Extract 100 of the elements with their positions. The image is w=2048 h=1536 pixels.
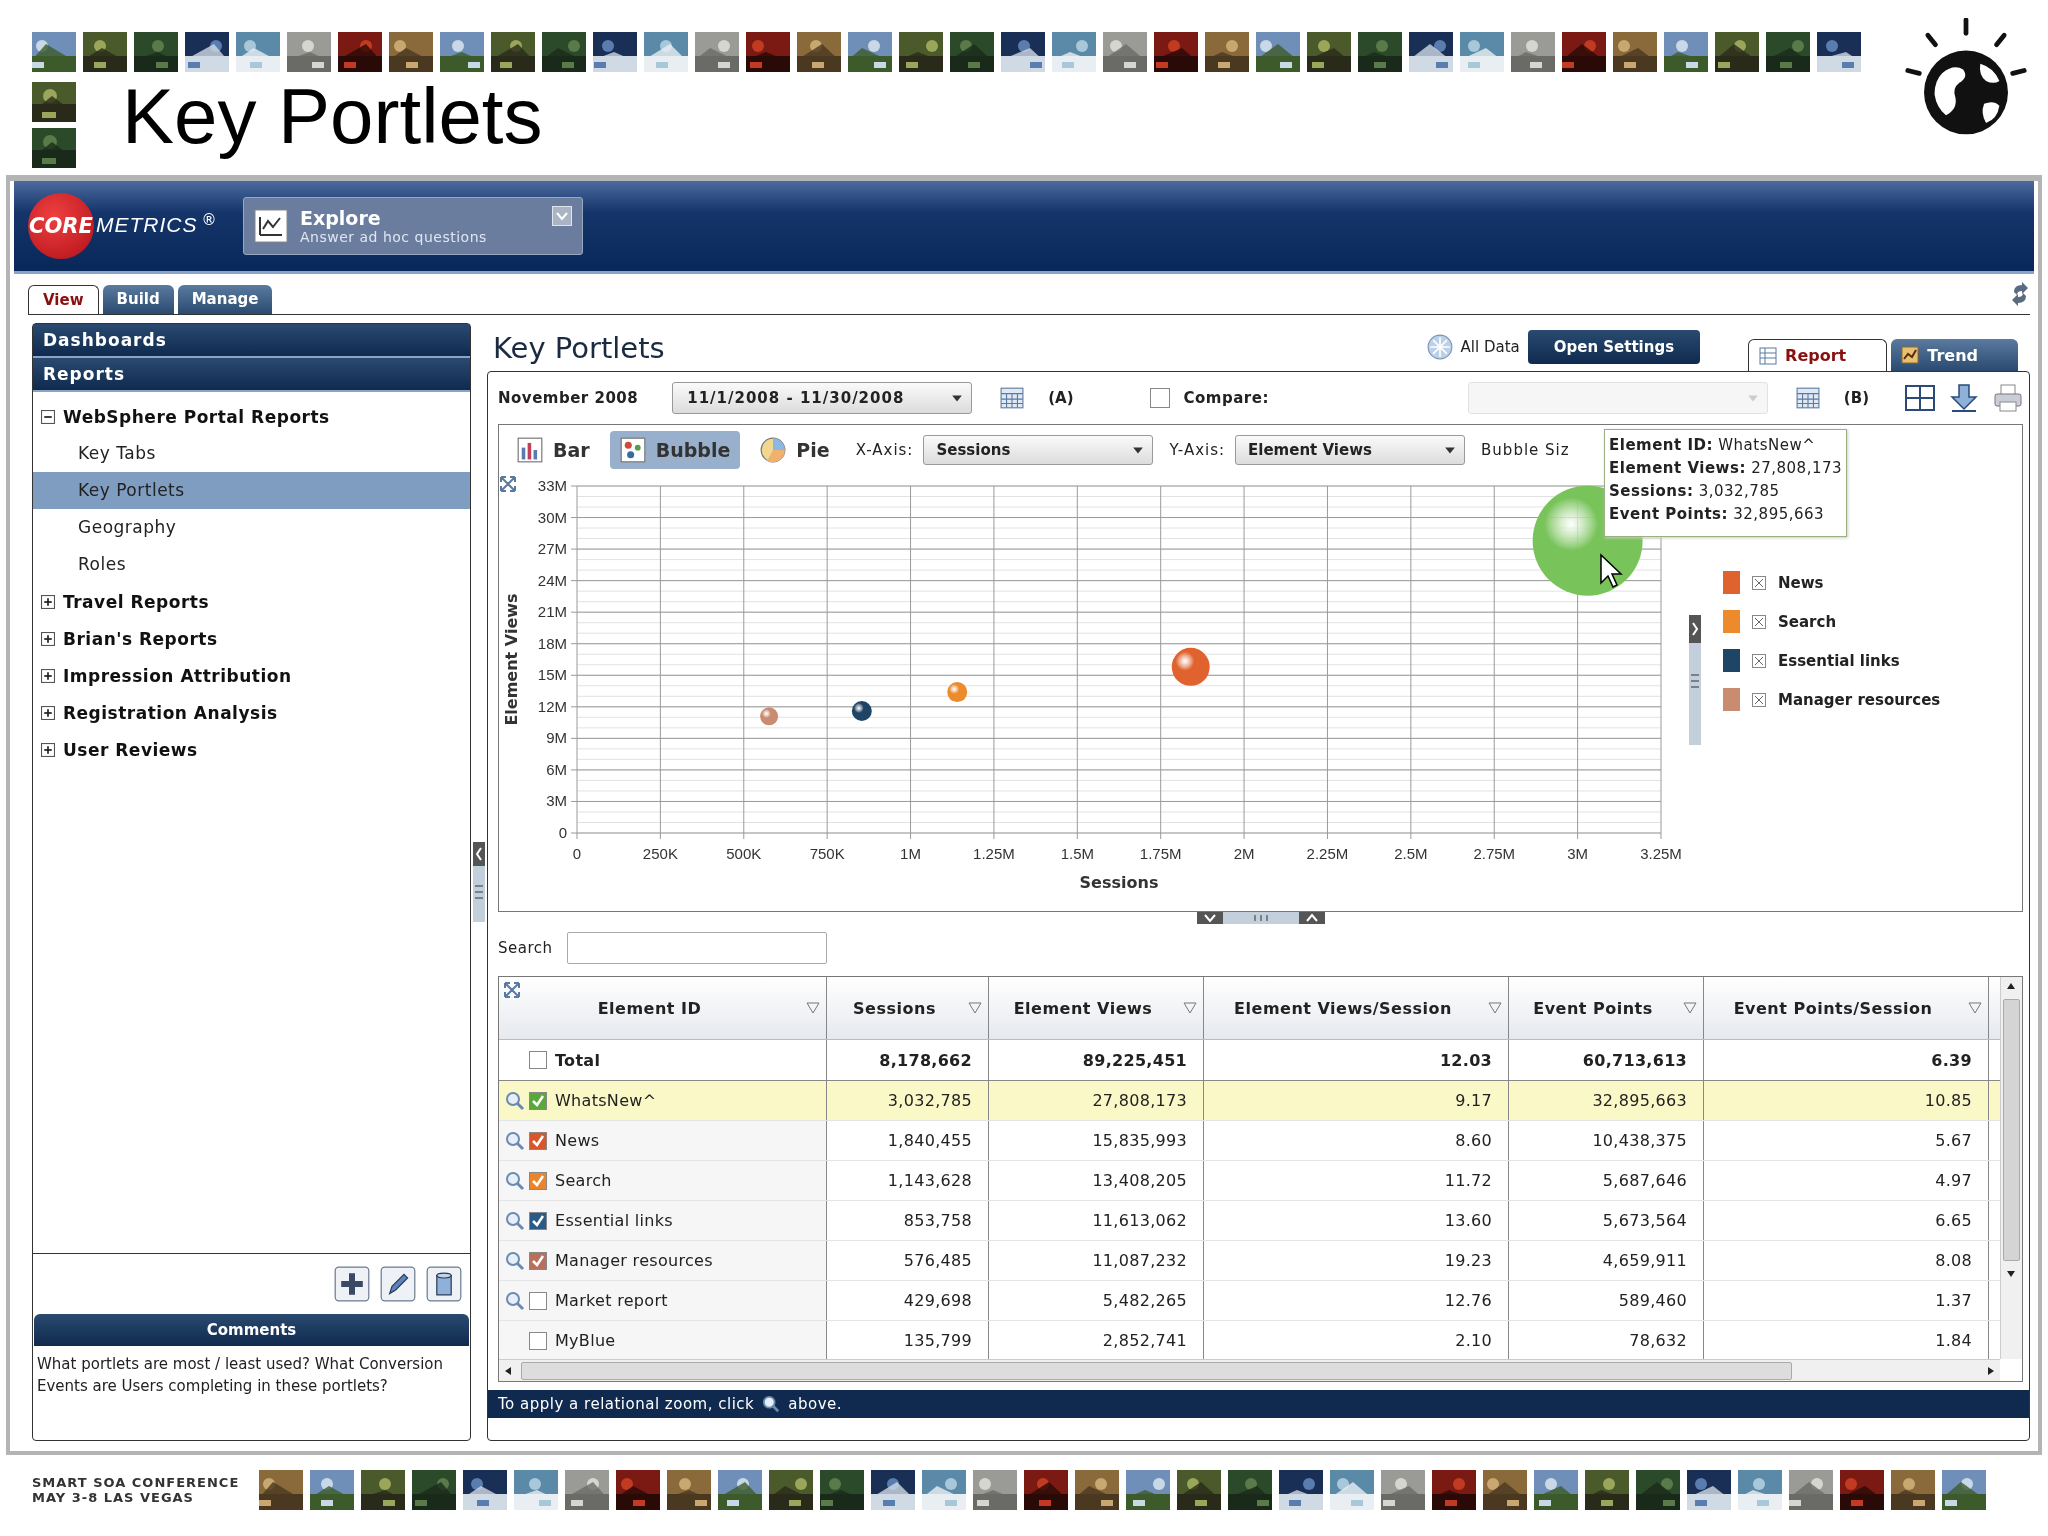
- table-cell: 11,613,062: [989, 1201, 1204, 1240]
- column-header[interactable]: Event Points/Session: [1704, 977, 1989, 1039]
- module-selector[interactable]: Explore Answer ad hoc questions: [243, 197, 583, 255]
- y-axis-dropdown[interactable]: Element Views: [1235, 435, 1466, 465]
- open-settings-button[interactable]: Open Settings: [1527, 330, 1701, 364]
- magnifier-icon[interactable]: [505, 1130, 525, 1151]
- date-range-dropdown[interactable]: 11/1/2008 - 11/30/2008: [672, 382, 973, 414]
- column-header[interactable]: Event Points: [1509, 977, 1704, 1039]
- horizontal-scrollbar[interactable]: [499, 1359, 2000, 1381]
- checkbox[interactable]: [529, 1091, 547, 1110]
- grip-icon[interactable]: [1222, 912, 1299, 924]
- filter-icon[interactable]: [1683, 1002, 1697, 1014]
- x-tick-label: 0: [572, 845, 582, 862]
- checkbox[interactable]: [529, 1331, 547, 1350]
- search-field[interactable]: [566, 932, 827, 964]
- collapse-icon[interactable]: [1196, 912, 1223, 924]
- expand-icon[interactable]: [41, 594, 55, 609]
- tree-item[interactable]: Impression Attribution: [33, 657, 470, 694]
- remove-icon[interactable]: [1752, 614, 1766, 629]
- table-row[interactable]: Market report 429,698 5,482,265 12.76 589,460 1.37: [499, 1281, 2000, 1321]
- table-row[interactable]: Manager resources 576,485 11,087,232 19.23 4,659,911 8.08: [499, 1241, 2000, 1281]
- checkbox[interactable]: [529, 1051, 547, 1069]
- tree-item[interactable]: Key Portlets: [33, 472, 470, 509]
- tree-item[interactable]: Brian's Reports: [33, 620, 470, 657]
- filter-icon[interactable]: [1183, 1002, 1197, 1014]
- download-icon[interactable]: [1949, 383, 1979, 413]
- edit-icon[interactable]: [380, 1266, 416, 1302]
- table-row[interactable]: Search 1,143,628 13,408,205 11.72 5,687,646 4.97: [499, 1161, 2000, 1201]
- sidebar-section-header[interactable]: Dashboards: [33, 324, 470, 358]
- collapse-handle-icon[interactable]: [473, 842, 485, 922]
- remove-icon[interactable]: [1752, 575, 1766, 590]
- slide-title: Key Portlets: [122, 74, 543, 160]
- column-header[interactable]: Sessions: [827, 977, 989, 1039]
- vertical-scrollbar[interactable]: [2000, 977, 2022, 1359]
- layout-icon[interactable]: [1905, 383, 1935, 413]
- table-cell: 576,485: [827, 1241, 989, 1280]
- tree-item[interactable]: WebSphere Portal Reports: [33, 398, 470, 435]
- delete-icon[interactable]: [426, 1266, 462, 1302]
- filter-icon[interactable]: [968, 1002, 982, 1014]
- table-row[interactable]: Essential links 853,758 11,613,062 13.60 5,673,564 6.65: [499, 1201, 2000, 1241]
- expand-icon[interactable]: [503, 981, 521, 999]
- tree-item[interactable]: Key Tabs: [33, 435, 470, 472]
- filter-icon[interactable]: [1488, 1002, 1502, 1014]
- column-header[interactable]: Element Views/Session: [1204, 977, 1509, 1039]
- y-tick-label: 9M: [546, 729, 567, 747]
- checkbox[interactable]: [529, 1251, 547, 1270]
- remove-icon[interactable]: [1752, 692, 1766, 707]
- checkbox[interactable]: [529, 1291, 547, 1310]
- y-tick-label: 33M: [537, 477, 567, 494]
- tree-item[interactable]: Roles: [33, 546, 470, 583]
- tree-item[interactable]: User Reviews: [33, 731, 470, 768]
- report-tab[interactable]: Report: [1748, 339, 1888, 371]
- scroll-thumb[interactable]: [521, 1361, 1792, 1380]
- table-row[interactable]: WhatsNew^ 3,032,785 27,808,173 9.17 32,895,663 10.85: [499, 1081, 2000, 1121]
- trend-tab[interactable]: Trend: [1891, 339, 2018, 371]
- filter-icon[interactable]: [806, 1002, 820, 1014]
- column-header[interactable]: Element Views: [989, 977, 1204, 1039]
- column-header[interactable]: Element ID: [499, 977, 827, 1039]
- y-tick-label: 30M: [537, 508, 567, 526]
- tree-item[interactable]: Travel Reports: [33, 583, 470, 620]
- tree-item[interactable]: Registration Analysis: [33, 694, 470, 731]
- magnifier-icon[interactable]: [505, 1090, 525, 1111]
- x-axis-dropdown[interactable]: Sessions: [923, 435, 1154, 465]
- collapse-icon[interactable]: [41, 409, 55, 424]
- sidebar-section-header[interactable]: Reports: [33, 358, 470, 392]
- table-cell: 8.08: [1704, 1241, 1989, 1280]
- tab[interactable]: Manage: [177, 285, 273, 314]
- remove-icon[interactable]: [1752, 653, 1766, 668]
- magnifier-icon[interactable]: [505, 1210, 525, 1231]
- chart-type-button[interactable]: Bar: [507, 431, 600, 469]
- checkbox[interactable]: [529, 1171, 547, 1190]
- chart-type-button[interactable]: Pie: [750, 431, 840, 469]
- tab[interactable]: Build: [102, 285, 174, 314]
- expand-icon[interactable]: [500, 476, 516, 492]
- tab[interactable]: View: [28, 285, 99, 314]
- checkbox[interactable]: [529, 1131, 547, 1150]
- tree-item[interactable]: Geography: [33, 509, 470, 546]
- x-tick-label: 2.25M: [1306, 845, 1349, 862]
- filter-icon[interactable]: [1968, 1002, 1982, 1014]
- expand-icon[interactable]: [41, 631, 55, 646]
- add-icon[interactable]: [334, 1266, 370, 1302]
- table-row[interactable]: Total 8,178,662 89,225,451 12.03 60,713,613 6.39: [499, 1040, 2000, 1081]
- magnifier-icon[interactable]: [505, 1250, 525, 1271]
- calendar-icon[interactable]: [1000, 386, 1025, 410]
- expand-icon[interactable]: [41, 668, 55, 683]
- expand-icon[interactable]: [1298, 912, 1325, 924]
- magnifier-icon[interactable]: [505, 1290, 525, 1311]
- calendar-icon[interactable]: [1795, 386, 1820, 410]
- magnifier-icon[interactable]: [505, 1170, 525, 1191]
- table-row[interactable]: News 1,840,455 15,835,993 8.60 10,438,375 5.67: [499, 1121, 2000, 1161]
- bubble[interactable]: [851, 701, 872, 721]
- expand-icon[interactable]: [41, 742, 55, 757]
- refresh-icon[interactable]: [2010, 282, 2030, 306]
- checkbox[interactable]: [529, 1211, 547, 1230]
- compare-checkbox[interactable]: [1149, 388, 1170, 408]
- expand-handle-icon[interactable]: [1689, 615, 1701, 745]
- expand-icon[interactable]: [41, 705, 55, 720]
- chart-type-button[interactable]: Bubble: [609, 431, 741, 469]
- print-icon[interactable]: [1993, 383, 2023, 413]
- scroll-thumb[interactable]: [2003, 999, 2020, 1261]
